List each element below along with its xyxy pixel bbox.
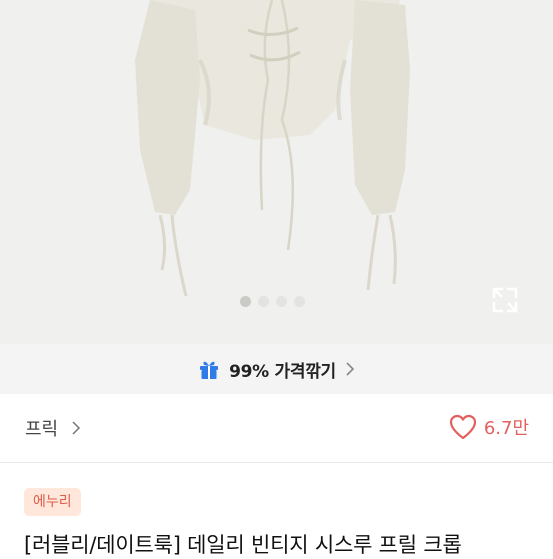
carousel-dot[interactable] (276, 295, 287, 307)
seller-name[interactable]: 프릭 (25, 415, 58, 441)
seller-row[interactable]: 프릭 6.7만 (0, 394, 553, 463)
blouse-photo (135, 0, 410, 297)
likes-count: 6.7만 (483, 418, 529, 439)
promo-text: 99% 가격깎기 (229, 361, 336, 382)
product-title: [러블리/데이트룩] 데일리 빈티지 시스루 프릴 크롭 (24, 533, 462, 557)
chevron-right-icon (346, 362, 355, 376)
carousel-dot[interactable] (294, 295, 305, 307)
heart-icon (449, 414, 476, 440)
carousel-dot[interactable] (240, 295, 251, 307)
like-button[interactable]: 6.7만 (449, 414, 529, 440)
price-offer-banner[interactable]: 99% 가격깎기 (0, 344, 553, 394)
carousel-indicator (240, 295, 305, 307)
product-image[interactable] (0, 0, 553, 344)
negotiable-badge: 에누리 (24, 488, 81, 516)
carousel-dot[interactable] (258, 295, 269, 307)
gift-icon (200, 361, 219, 379)
expand-icon[interactable] (490, 285, 520, 315)
chevron-right-icon (72, 421, 81, 435)
